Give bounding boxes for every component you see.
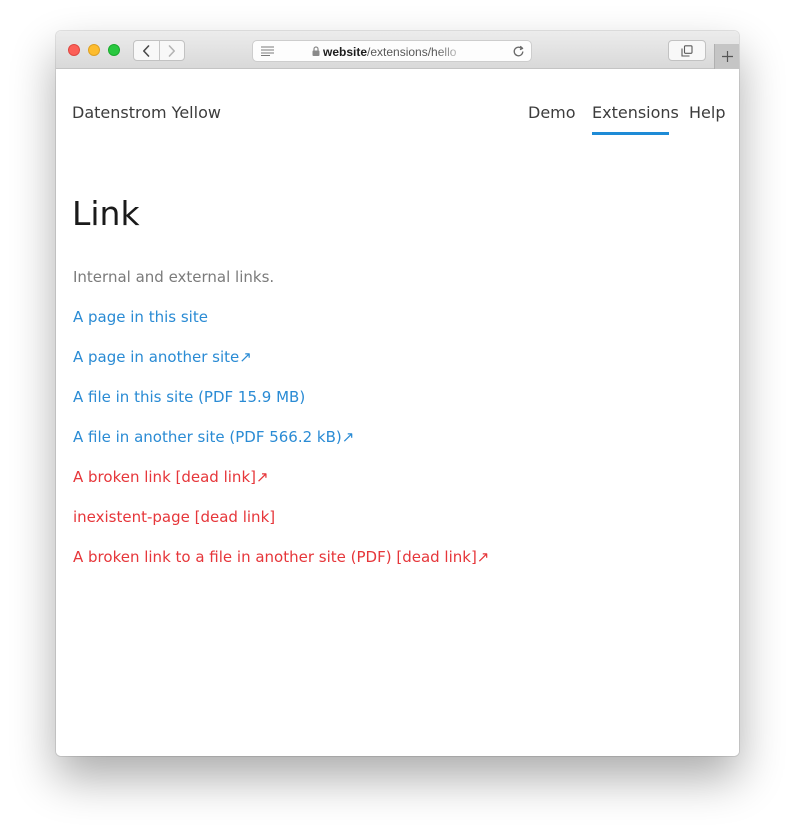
zoom-window-button[interactable] bbox=[108, 44, 120, 56]
page-description: Internal and external links. bbox=[73, 268, 275, 286]
link-page-another-site[interactable]: A page in another site↗ bbox=[73, 347, 252, 367]
active-nav-indicator bbox=[592, 132, 669, 135]
address-bar[interactable]: website/extensions/hello bbox=[252, 40, 532, 62]
back-icon bbox=[143, 44, 150, 57]
browser-toolbar: website/extensions/hello bbox=[56, 31, 739, 69]
reload-icon[interactable] bbox=[512, 45, 525, 58]
web-page: Datenstrom Yellow Demo Extensions Help L… bbox=[56, 69, 739, 756]
new-tab-button[interactable] bbox=[714, 44, 739, 69]
new-tab-icon bbox=[721, 51, 733, 62]
nav-help[interactable]: Help bbox=[689, 102, 725, 124]
link-file-this-site[interactable]: A file in this site (PDF 15.9 MB) bbox=[73, 387, 305, 407]
browser-window: website/extensions/hello Datenstrom Yell… bbox=[56, 31, 739, 756]
nav-demo[interactable]: Demo bbox=[528, 102, 576, 124]
link-file-another-site[interactable]: A file in another site (PDF 566.2 kB)↗ bbox=[73, 427, 354, 447]
nav-extensions[interactable]: Extensions bbox=[592, 102, 679, 124]
tabs-overview-icon bbox=[681, 44, 693, 57]
url-text[interactable]: website/extensions/hello bbox=[323, 44, 469, 60]
lock-icon bbox=[312, 46, 320, 56]
site-title[interactable]: Datenstrom Yellow bbox=[72, 102, 221, 124]
minimize-window-button[interactable] bbox=[88, 44, 100, 56]
url-path: /extensions/hello bbox=[367, 45, 457, 59]
link-page-this-site[interactable]: A page in this site bbox=[73, 307, 208, 327]
link-inexistent-page[interactable]: inexistent-page [dead link] bbox=[73, 507, 275, 527]
forward-icon bbox=[168, 44, 175, 57]
link-broken-file-another-site[interactable]: A broken link to a file in another site … bbox=[73, 547, 489, 567]
link-broken[interactable]: A broken link [dead link]↗ bbox=[73, 467, 269, 487]
reader-icon[interactable] bbox=[261, 46, 274, 56]
forward-button[interactable] bbox=[158, 41, 185, 60]
back-button[interactable] bbox=[134, 41, 159, 60]
url-host: website bbox=[323, 45, 368, 59]
close-window-button[interactable] bbox=[68, 44, 80, 56]
tabs-overview-button[interactable] bbox=[668, 40, 706, 61]
page-title: Link bbox=[72, 194, 140, 233]
history-nav bbox=[133, 40, 185, 61]
